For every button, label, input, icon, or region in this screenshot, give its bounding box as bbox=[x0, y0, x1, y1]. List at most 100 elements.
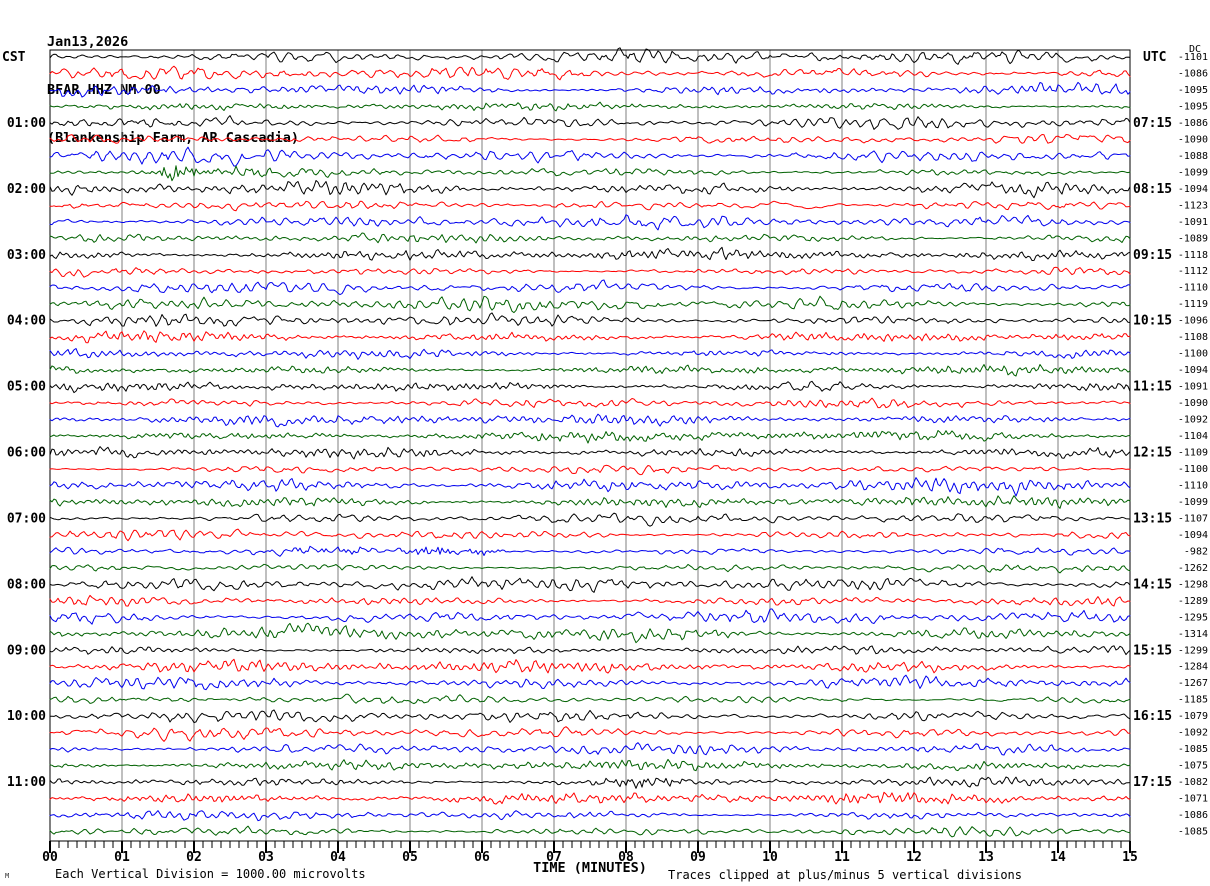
seismogram-trace-row bbox=[49, 397, 1131, 409]
dc-offset-value: -1119 bbox=[1178, 299, 1208, 310]
cst-hour-label: 10:00 bbox=[7, 709, 46, 724]
seismogram-trace-row bbox=[49, 825, 1131, 838]
seismogram-trace-row bbox=[49, 464, 1131, 476]
dc-offset-value: -1096 bbox=[1178, 316, 1208, 327]
seismogram-trace-row bbox=[49, 658, 1131, 674]
clipping-note: Traces clipped at plus/minus 5 vertical … bbox=[668, 868, 1023, 882]
seismogram-trace-row bbox=[49, 622, 1131, 644]
seismogram-trace-row bbox=[49, 312, 1131, 327]
dc-offset-value: -1100 bbox=[1178, 464, 1208, 475]
seismogram-trace-row bbox=[49, 563, 1131, 574]
utc-hour-label: 14:15 bbox=[1133, 577, 1172, 592]
utc-hour-label: 15:15 bbox=[1133, 643, 1172, 658]
cst-hour-label: 01:00 bbox=[7, 116, 46, 131]
dc-offset-value: -1090 bbox=[1178, 134, 1208, 145]
dc-offset-value: -1094 bbox=[1178, 365, 1208, 376]
dc-offset-value: -1091 bbox=[1178, 382, 1208, 393]
dc-offset-value: -1284 bbox=[1178, 662, 1208, 673]
seismogram-trace-row bbox=[49, 146, 1131, 167]
dc-offset-value: -1094 bbox=[1178, 184, 1208, 195]
dc-offset-value: -1123 bbox=[1178, 200, 1208, 211]
watermark-glyph: M bbox=[5, 872, 10, 880]
dc-offset-value: -1185 bbox=[1178, 695, 1208, 706]
dc-offset-value: -1101 bbox=[1178, 52, 1208, 63]
dc-offset-value: -1109 bbox=[1178, 448, 1208, 459]
dc-offset-value: -982 bbox=[1184, 546, 1208, 557]
dc-offset-value: -1104 bbox=[1178, 431, 1208, 442]
dc-offset-value: -1107 bbox=[1178, 513, 1208, 524]
cst-hour-label: 03:00 bbox=[7, 248, 46, 263]
dc-offset-value: -1092 bbox=[1178, 415, 1208, 426]
dc-offset-value: -1299 bbox=[1178, 645, 1208, 656]
seismogram-trace-row bbox=[49, 266, 1131, 278]
dc-offset-value: -1088 bbox=[1178, 151, 1208, 162]
dc-offset-value: -1091 bbox=[1178, 217, 1208, 228]
dc-offset-value: -1289 bbox=[1178, 596, 1208, 607]
seismogram-trace-row bbox=[49, 214, 1131, 231]
seismogram-trace-row bbox=[49, 726, 1131, 742]
dc-offset-value: -1079 bbox=[1178, 711, 1208, 722]
dc-offset-value: -1110 bbox=[1178, 480, 1208, 491]
dc-offset-value: -1314 bbox=[1178, 629, 1208, 640]
dc-offset-value: -1118 bbox=[1178, 250, 1208, 261]
seismogram-trace-row bbox=[49, 477, 1131, 497]
seismogram-trace-row bbox=[49, 776, 1131, 789]
seismogram-trace-row bbox=[49, 413, 1131, 428]
seismogram-trace-row bbox=[49, 295, 1131, 314]
utc-hour-label: 09:15 bbox=[1133, 248, 1172, 263]
dc-offset-value: -1267 bbox=[1178, 678, 1208, 689]
seismogram-trace-row bbox=[49, 693, 1131, 705]
dc-offset-value: -1262 bbox=[1178, 563, 1208, 574]
seismogram-trace-row bbox=[49, 348, 1131, 360]
dc-offset-value: -1094 bbox=[1178, 530, 1208, 541]
seismogram-trace-row bbox=[49, 709, 1131, 724]
dc-offset-value: -1075 bbox=[1178, 761, 1208, 772]
seismogram-trace-row bbox=[49, 528, 1131, 542]
utc-hour-label: 10:15 bbox=[1133, 314, 1172, 329]
seismogram-trace-row bbox=[49, 364, 1131, 377]
cst-hour-label: 11:00 bbox=[7, 775, 46, 790]
seismogram-trace-row bbox=[49, 810, 1131, 822]
right-axis-label: UTC bbox=[1143, 50, 1166, 65]
cst-hour-label: 07:00 bbox=[7, 511, 46, 526]
left-axis-label: CST bbox=[2, 50, 26, 65]
seismogram-trace-row bbox=[49, 330, 1131, 344]
seismogram-trace-row bbox=[49, 576, 1131, 593]
dc-offset-value: -1295 bbox=[1178, 612, 1208, 623]
seismogram-trace-row bbox=[49, 81, 1131, 98]
seismogram-trace-row bbox=[49, 758, 1131, 772]
utc-hour-label: 16:15 bbox=[1133, 709, 1172, 724]
cst-hour-label: 08:00 bbox=[7, 577, 46, 592]
seismogram-trace-row bbox=[49, 674, 1131, 691]
dc-offset-value: -1086 bbox=[1178, 118, 1208, 129]
seismogram-trace-row bbox=[49, 512, 1131, 527]
dc-offset-value: -1112 bbox=[1178, 266, 1208, 277]
seismogram-trace-row bbox=[49, 279, 1131, 296]
seismogram-trace-row bbox=[49, 742, 1131, 756]
cst-hour-label: 04:00 bbox=[7, 314, 46, 329]
seismogram-trace-row bbox=[49, 495, 1131, 509]
seismogram-trace-row bbox=[49, 101, 1131, 112]
dc-offset-value: -1099 bbox=[1178, 167, 1208, 178]
utc-hour-label: 12:15 bbox=[1133, 446, 1172, 461]
seismogram-trace-row bbox=[49, 446, 1131, 460]
dc-offset-value: -1090 bbox=[1178, 398, 1208, 409]
dc-offset-value: -1085 bbox=[1178, 827, 1208, 838]
seismogram-trace-row bbox=[49, 232, 1131, 244]
seismogram-trace-row bbox=[49, 645, 1131, 656]
utc-hour-label: 11:15 bbox=[1133, 380, 1172, 395]
dc-offset-value: -1089 bbox=[1178, 233, 1208, 244]
cst-hour-label: 09:00 bbox=[7, 643, 46, 658]
dc-offset-value: -1110 bbox=[1178, 283, 1208, 294]
utc-hour-label: 13:15 bbox=[1133, 511, 1172, 526]
dc-offset-value: -1099 bbox=[1178, 497, 1208, 508]
dc-offset-value: -1100 bbox=[1178, 349, 1208, 360]
seismogram-trace-row bbox=[49, 246, 1131, 261]
seismogram-trace-row bbox=[49, 380, 1131, 394]
seismogram-trace-row bbox=[49, 545, 1131, 557]
seismogram-trace-row bbox=[49, 165, 1131, 182]
utc-hour-label: 08:15 bbox=[1133, 182, 1172, 197]
dc-offset-value: -1095 bbox=[1178, 85, 1208, 96]
seismogram-trace-row bbox=[49, 608, 1131, 625]
seismogram-trace-row bbox=[49, 430, 1131, 444]
